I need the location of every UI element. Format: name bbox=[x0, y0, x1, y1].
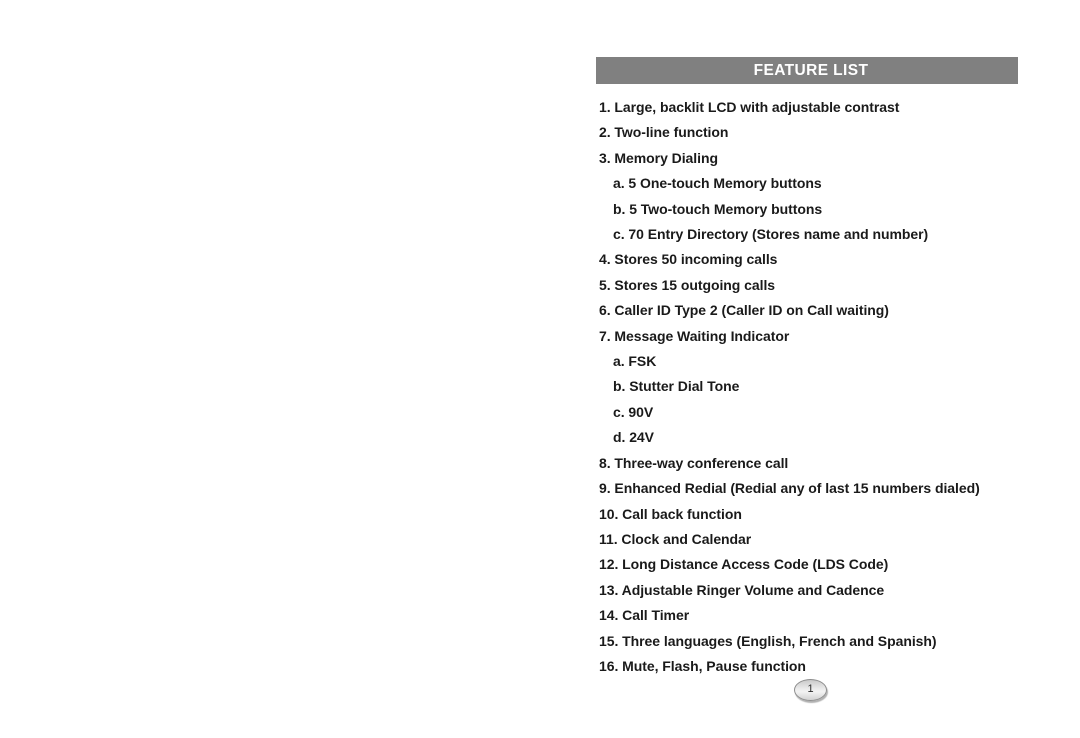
list-item-marker: 10. bbox=[599, 505, 619, 522]
list-item-marker: c. bbox=[613, 403, 625, 420]
list-item-text: Mute, Flash, Pause function bbox=[622, 657, 806, 674]
list-item-marker: 8. bbox=[599, 454, 611, 471]
list-item-text: 5 One-touch Memory buttons bbox=[628, 175, 822, 192]
feature-list-item: 6. Caller ID Type 2 (Caller ID on Call w… bbox=[596, 298, 1018, 323]
document-page: FEATURE LIST 1. Large, backlit LCD with … bbox=[0, 0, 1080, 738]
feature-list-item: 9. Enhanced Redial (Redial any of last 1… bbox=[596, 476, 1018, 501]
list-item-marker: 15. bbox=[599, 632, 619, 649]
list-item-marker: 2. bbox=[599, 124, 611, 141]
list-item-marker: 3. bbox=[599, 149, 611, 166]
list-item-text: Enhanced Redial (Redial any of last 15 n… bbox=[614, 480, 980, 497]
list-item-text: 90V bbox=[628, 403, 654, 420]
list-item-marker: 11. bbox=[599, 530, 618, 547]
list-item-marker: 1. bbox=[599, 99, 611, 115]
feature-list-subitem: d. 24V bbox=[596, 425, 1018, 450]
list-item-text: Clock and Calendar bbox=[621, 530, 752, 547]
list-item-text: Two-line function bbox=[614, 124, 729, 141]
list-item-marker: 4. bbox=[599, 251, 611, 268]
feature-list: 1. Large, backlit LCD with adjustable co… bbox=[596, 95, 1018, 679]
list-item-text: Three languages (English, French and Spa… bbox=[622, 632, 937, 649]
list-item-text: Call back function bbox=[622, 505, 742, 522]
list-item-text: Stores 15 outgoing calls bbox=[614, 276, 776, 293]
list-item-marker: a. bbox=[613, 353, 625, 370]
list-item-marker: 14. bbox=[599, 607, 619, 624]
feature-list-item: 12. Long Distance Access Code (LDS Code) bbox=[596, 552, 1018, 577]
list-item-text: 24V bbox=[629, 429, 654, 446]
list-item-text: Adjustable Ringer Volume and Cadence bbox=[621, 581, 885, 598]
list-item-text: 70 Entry Directory (Stores name and numb… bbox=[628, 226, 929, 243]
list-item-marker: 6. bbox=[599, 302, 611, 319]
feature-list-item: 5. Stores 15 outgoing calls bbox=[596, 273, 1018, 298]
list-item-marker: b. bbox=[613, 378, 626, 395]
feature-list-subitem: a. 5 One-touch Memory buttons bbox=[596, 171, 1018, 196]
feature-list-item: 14. Call Timer bbox=[596, 603, 1018, 628]
list-item-marker: 12. bbox=[599, 556, 619, 573]
list-item-text: Call Timer bbox=[622, 607, 690, 624]
feature-list-item: 1. Large, backlit LCD with adjustable co… bbox=[596, 95, 1018, 120]
feature-list-subitem: b. Stutter Dial Tone bbox=[596, 374, 1018, 399]
feature-list-item: 7. Message Waiting Indicator bbox=[596, 324, 1018, 349]
feature-list-title: FEATURE LIST bbox=[753, 61, 869, 79]
list-item-marker: 5. bbox=[599, 276, 611, 293]
list-item-text: Long Distance Access Code (LDS Code) bbox=[622, 556, 889, 573]
feature-list-header-bar: FEATURE LIST bbox=[596, 57, 1018, 84]
list-item-text: Message Waiting Indicator bbox=[614, 327, 790, 344]
feature-list-subitem: c. 70 Entry Directory (Stores name and n… bbox=[596, 222, 1018, 247]
list-item-marker: b. bbox=[613, 200, 626, 217]
list-item-marker: a. bbox=[613, 175, 625, 192]
feature-list-item: 16. Mute, Flash, Pause function bbox=[596, 654, 1018, 679]
list-item-text: FSK bbox=[628, 353, 657, 370]
list-item-text: Stores 50 incoming calls bbox=[614, 251, 778, 268]
list-item-marker: c. bbox=[613, 226, 625, 243]
feature-list-subitem: c. 90V bbox=[596, 400, 1018, 425]
list-item-text: Three-way conference call bbox=[614, 454, 789, 471]
list-item-marker: d. bbox=[613, 429, 626, 446]
feature-list-item: 10. Call back function bbox=[596, 502, 1018, 527]
list-item-text: 5 Two-touch Memory buttons bbox=[629, 200, 823, 217]
feature-list-item: 3. Memory Dialing bbox=[596, 146, 1018, 171]
feature-list-item: 8. Three-way conference call bbox=[596, 451, 1018, 476]
page-number-label: 1 bbox=[807, 683, 814, 695]
list-item-marker: 13. bbox=[599, 581, 619, 598]
feature-list-subitem: b. 5 Two-touch Memory buttons bbox=[596, 197, 1018, 222]
feature-list-item: 15. Three languages (English, French and… bbox=[596, 629, 1018, 654]
feature-list-subitem: a. FSK bbox=[596, 349, 1018, 374]
feature-list-section: FEATURE LIST 1. Large, backlit LCD with … bbox=[596, 57, 1018, 674]
page-number-badge: 1 bbox=[794, 679, 827, 701]
list-item-marker: 16. bbox=[599, 657, 619, 674]
list-item-marker: 7. bbox=[599, 327, 611, 344]
feature-list-item: 11. Clock and Calendar bbox=[596, 527, 1018, 552]
list-item-text: Memory Dialing bbox=[614, 149, 718, 166]
list-item-text: Caller ID Type 2 (Caller ID on Call wait… bbox=[614, 302, 889, 319]
list-item-text: Large, backlit LCD with adjustable contr… bbox=[614, 99, 900, 115]
list-item-marker: 9. bbox=[599, 480, 611, 497]
feature-list-item: 4. Stores 50 incoming calls bbox=[596, 247, 1018, 272]
feature-list-item: 13. Adjustable Ringer Volume and Cadence bbox=[596, 578, 1018, 603]
feature-list-item: 2. Two-line function bbox=[596, 120, 1018, 145]
list-item-text: Stutter Dial Tone bbox=[629, 378, 740, 395]
